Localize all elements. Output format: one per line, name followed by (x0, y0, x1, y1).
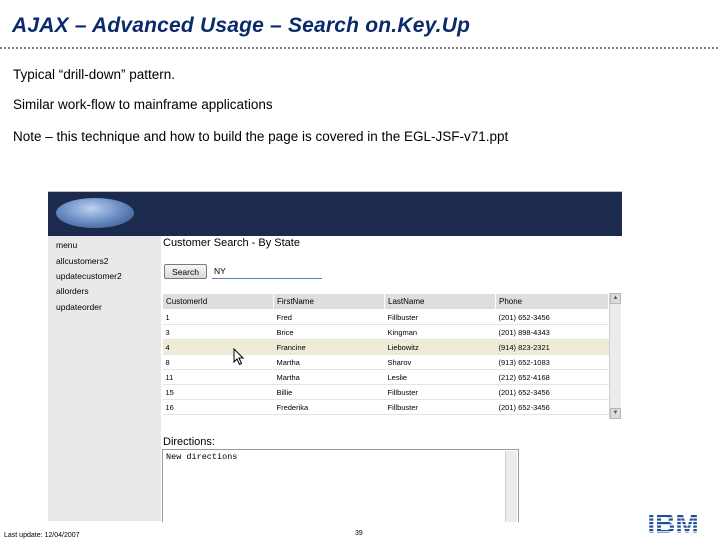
scroll-up-icon[interactable]: ▲ (610, 293, 621, 304)
table-cell: Francine (273, 339, 385, 355)
nav-item-menu[interactable]: menu (56, 240, 77, 250)
column-header[interactable]: CustomerId (162, 293, 274, 310)
table-cell: (212) 652-4168 (495, 369, 609, 385)
table-row[interactable]: 1 Fred Fillbuster (201) 652-3456 (162, 309, 609, 325)
ibm-logo: IBM (647, 508, 698, 536)
app-nav: menu allcustomers2 updatecustomer2 allor… (48, 236, 161, 520)
table-cell: Liebowitz (384, 339, 496, 355)
table-cell: 11 (162, 369, 274, 385)
table-cell: 16 (162, 399, 274, 415)
search-button[interactable]: Search (164, 264, 207, 279)
table-row[interactable]: 3 Brice Kingman (201) 898-4343 (162, 324, 609, 340)
table-cell: 15 (162, 384, 274, 400)
table-cell: Martha (273, 369, 385, 385)
state-search-input[interactable] (212, 264, 322, 279)
table-cell: (201) 652-3456 (495, 399, 609, 415)
table-row[interactable]: 15 Billie Fillbuster (201) 652-3456 (162, 384, 609, 400)
title-divider (0, 47, 720, 49)
directions-textarea[interactable]: New directions (162, 449, 519, 522)
nav-item-allcustomers2[interactable]: allcustomers2 (56, 256, 108, 266)
ibm-logo-text: IBM (647, 508, 698, 536)
table-cell: Martha (273, 354, 385, 370)
column-header[interactable]: FirstName (273, 293, 385, 310)
bullet-3: Note – this technique and how to build t… (13, 129, 509, 144)
nav-item-allorders[interactable]: allorders (56, 286, 89, 296)
slide-title: AJAX – Advanced Usage – Search on.Key.Up (12, 14, 471, 37)
column-header[interactable]: Phone (495, 293, 609, 310)
table-cell: Fred (273, 309, 385, 325)
table-header-row: CustomerId FirstName LastName Phone (162, 293, 609, 310)
table-cell: (201) 652-3456 (495, 309, 609, 325)
page-number: 39 (355, 530, 363, 537)
scroll-down-icon[interactable]: ▼ (610, 408, 621, 419)
mouse-pointer-icon (233, 348, 245, 366)
bullet-1: Typical “drill-down” pattern. (13, 67, 176, 82)
table-cell: (913) 652-1083 (495, 354, 609, 370)
table-cell: (201) 652-3456 (495, 384, 609, 400)
app-content: Customer Search - By State Search Custom… (161, 236, 622, 522)
table-cell: (914) 823-2321 (495, 339, 609, 355)
table-row[interactable]: 11 Martha Leslie (212) 652-4168 (162, 369, 609, 385)
table-cell: (201) 898-4343 (495, 324, 609, 340)
table-cell: Leslie (384, 369, 496, 385)
table-row[interactable]: 16 Frederika Fillbuster (201) 652-3456 (162, 399, 609, 415)
table-scrollbar[interactable]: ▲ ▼ (609, 293, 621, 419)
table-cell: Sharov (384, 354, 496, 370)
page-heading: Customer Search - By State (163, 237, 300, 249)
table-cell: Brice (273, 324, 385, 340)
column-header[interactable]: LastName (384, 293, 496, 310)
table-cell: 8 (162, 354, 274, 370)
app-screenshot: menu allcustomers2 updatecustomer2 allor… (48, 191, 622, 522)
directions-scrollbar[interactable] (505, 451, 517, 522)
table-cell: Fillbuster (384, 309, 496, 325)
table-cell: Fillbuster (384, 384, 496, 400)
table-row[interactable]: 8 Martha Sharov (913) 652-1083 (162, 354, 609, 370)
table-cell: 1 (162, 309, 274, 325)
table-cell: Fillbuster (384, 399, 496, 415)
table-cell: Frederika (273, 399, 385, 415)
table-row-selected[interactable]: 4 Francine Liebowitz (914) 823-2321 (162, 339, 609, 355)
table-cell: Kingman (384, 324, 496, 340)
app-header (48, 192, 622, 236)
last-update: Last update: 12/04/2007 (4, 532, 80, 539)
bullet-2: Similar work-flow to mainframe applicati… (13, 97, 273, 112)
nav-item-updatecustomer2[interactable]: updatecustomer2 (56, 271, 122, 281)
nav-item-updateorder[interactable]: updateorder (56, 302, 102, 312)
customer-table: CustomerId FirstName LastName Phone 1 Fr… (162, 293, 609, 415)
app-logo (56, 198, 134, 228)
directions-label: Directions: (163, 436, 215, 448)
table-cell: Billie (273, 384, 385, 400)
table-cell: 4 (162, 339, 274, 355)
table-cell: 3 (162, 324, 274, 340)
